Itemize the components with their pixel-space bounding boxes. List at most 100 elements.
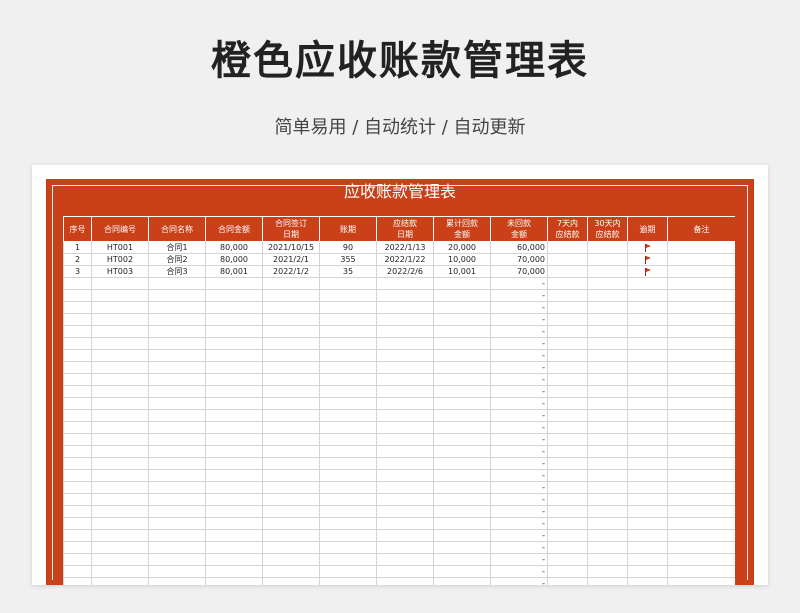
cell-due_date[interactable]	[376, 385, 434, 398]
cell-due_date[interactable]	[376, 577, 434, 585]
cell-due30[interactable]	[587, 277, 628, 290]
cell-remark[interactable]	[667, 373, 735, 386]
cell-remark[interactable]	[667, 457, 735, 470]
cell-seq[interactable]	[63, 409, 92, 422]
cell-overdue[interactable]	[627, 457, 668, 470]
cell-sign_date[interactable]	[262, 337, 320, 350]
column-header-seq[interactable]: 序号	[63, 216, 92, 242]
cell-overdue[interactable]	[627, 433, 668, 446]
cell-term[interactable]	[319, 553, 377, 566]
cell-due7[interactable]	[547, 577, 588, 585]
cell-due_date[interactable]	[376, 469, 434, 482]
cell-due30[interactable]	[587, 253, 628, 266]
column-header-outstanding[interactable]: 未回款 金额	[490, 216, 548, 242]
cell-due_date[interactable]	[376, 541, 434, 554]
cell-contract_name[interactable]	[148, 349, 206, 362]
cell-outstanding[interactable]: -	[490, 373, 548, 386]
cell-term[interactable]	[319, 445, 377, 458]
cell-due7[interactable]	[547, 253, 588, 266]
cell-seq[interactable]: 3	[63, 265, 92, 278]
cell-due30[interactable]	[587, 409, 628, 422]
cell-due30[interactable]	[587, 289, 628, 302]
cell-sign_date[interactable]	[262, 469, 320, 482]
cell-term[interactable]	[319, 505, 377, 518]
cell-term[interactable]	[319, 373, 377, 386]
cell-overdue[interactable]	[627, 289, 668, 302]
cell-contract_name[interactable]	[148, 505, 206, 518]
cell-term[interactable]	[319, 349, 377, 362]
cell-term[interactable]	[319, 361, 377, 374]
cell-term[interactable]	[319, 337, 377, 350]
cell-due30[interactable]	[587, 577, 628, 585]
cell-due7[interactable]	[547, 433, 588, 446]
cell-contract_no[interactable]	[91, 325, 149, 338]
cell-collected[interactable]	[433, 409, 491, 422]
cell-collected[interactable]	[433, 481, 491, 494]
cell-sign_date[interactable]	[262, 541, 320, 554]
cell-due_date[interactable]	[376, 457, 434, 470]
cell-collected[interactable]	[433, 385, 491, 398]
cell-amount[interactable]	[205, 517, 263, 530]
cell-contract_name[interactable]	[148, 313, 206, 326]
cell-sign_date[interactable]	[262, 493, 320, 506]
cell-due7[interactable]	[547, 313, 588, 326]
column-header-contract_no[interactable]: 合同编号	[91, 216, 149, 242]
cell-seq[interactable]	[63, 313, 92, 326]
cell-sign_date[interactable]	[262, 313, 320, 326]
cell-contract_no[interactable]: HT002	[91, 253, 149, 266]
cell-overdue[interactable]	[627, 565, 668, 578]
cell-due_date[interactable]	[376, 301, 434, 314]
cell-contract_name[interactable]	[148, 337, 206, 350]
cell-term[interactable]	[319, 529, 377, 542]
cell-seq[interactable]	[63, 349, 92, 362]
cell-amount[interactable]	[205, 565, 263, 578]
cell-term[interactable]	[319, 493, 377, 506]
cell-outstanding[interactable]: -	[490, 541, 548, 554]
cell-contract_name[interactable]: 合同3	[148, 265, 206, 278]
cell-sign_date[interactable]	[262, 457, 320, 470]
cell-overdue[interactable]	[627, 577, 668, 585]
cell-due7[interactable]	[547, 493, 588, 506]
cell-contract_no[interactable]	[91, 361, 149, 374]
cell-due_date[interactable]	[376, 481, 434, 494]
cell-overdue[interactable]	[627, 301, 668, 314]
cell-seq[interactable]	[63, 421, 92, 434]
cell-contract_no[interactable]	[91, 301, 149, 314]
cell-amount[interactable]	[205, 493, 263, 506]
cell-due7[interactable]	[547, 325, 588, 338]
cell-seq[interactable]	[63, 277, 92, 290]
cell-due_date[interactable]	[376, 421, 434, 434]
cell-overdue[interactable]	[627, 421, 668, 434]
cell-due7[interactable]	[547, 241, 588, 254]
cell-collected[interactable]	[433, 349, 491, 362]
cell-contract_name[interactable]: 合同2	[148, 253, 206, 266]
cell-due_date[interactable]	[376, 289, 434, 302]
cell-contract_name[interactable]	[148, 517, 206, 530]
cell-outstanding[interactable]: -	[490, 505, 548, 518]
cell-overdue[interactable]	[627, 541, 668, 554]
cell-sign_date[interactable]	[262, 553, 320, 566]
cell-contract_name[interactable]	[148, 385, 206, 398]
cell-outstanding[interactable]: -	[490, 385, 548, 398]
cell-sign_date[interactable]	[262, 529, 320, 542]
cell-overdue[interactable]	[627, 373, 668, 386]
cell-contract_no[interactable]	[91, 529, 149, 542]
cell-term[interactable]	[319, 277, 377, 290]
cell-outstanding[interactable]: -	[490, 433, 548, 446]
cell-outstanding[interactable]: -	[490, 325, 548, 338]
cell-contract_name[interactable]	[148, 397, 206, 410]
cell-collected[interactable]: 10,001	[433, 265, 491, 278]
cell-due7[interactable]	[547, 457, 588, 470]
cell-due30[interactable]	[587, 241, 628, 254]
cell-contract_name[interactable]	[148, 553, 206, 566]
cell-due_date[interactable]	[376, 553, 434, 566]
cell-collected[interactable]	[433, 517, 491, 530]
cell-contract_no[interactable]	[91, 493, 149, 506]
cell-due30[interactable]	[587, 421, 628, 434]
cell-overdue[interactable]	[627, 493, 668, 506]
cell-overdue[interactable]	[627, 553, 668, 566]
cell-contract_name[interactable]	[148, 457, 206, 470]
cell-due7[interactable]	[547, 373, 588, 386]
cell-collected[interactable]: 10,000	[433, 253, 491, 266]
cell-contract_no[interactable]	[91, 445, 149, 458]
